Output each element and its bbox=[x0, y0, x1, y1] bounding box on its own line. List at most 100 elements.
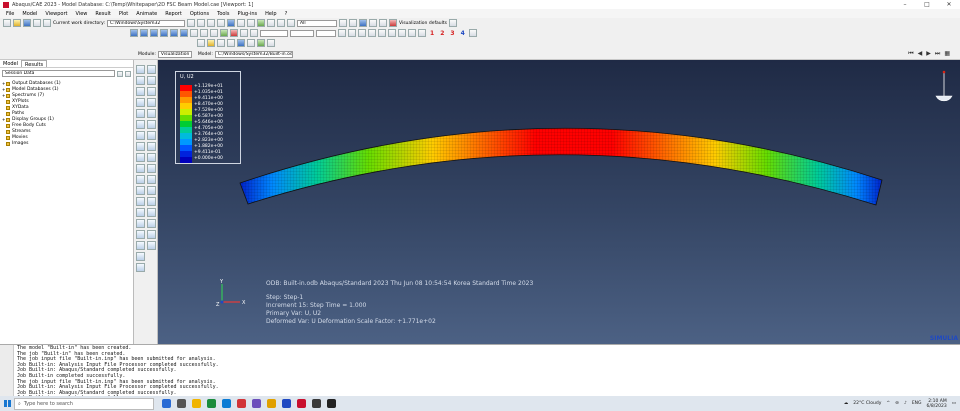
menu-file[interactable]: File bbox=[2, 11, 18, 17]
link-viewports-icon[interactable] bbox=[468, 29, 477, 37]
render-wire-icon[interactable] bbox=[338, 19, 347, 27]
taskbar-app-icon[interactable] bbox=[327, 399, 336, 408]
magnify-icon[interactable] bbox=[236, 19, 245, 27]
module-select[interactable]: Visualization bbox=[157, 50, 192, 58]
toolbox-tool-icon[interactable] bbox=[136, 120, 145, 129]
fit-view-icon[interactable] bbox=[226, 19, 235, 27]
taskbar-app-icon[interactable] bbox=[237, 399, 246, 408]
view-back-icon[interactable] bbox=[140, 29, 148, 37]
tool-a-icon[interactable] bbox=[197, 39, 205, 47]
toolbox-tool-icon[interactable] bbox=[136, 65, 145, 74]
toolbox-tool-icon[interactable] bbox=[136, 175, 145, 184]
replace-icon[interactable] bbox=[388, 29, 396, 37]
animation-options-icon[interactable]: ▦ bbox=[944, 50, 950, 58]
start-button[interactable] bbox=[0, 396, 14, 411]
remove-icon[interactable] bbox=[398, 29, 406, 37]
tool-h-icon[interactable] bbox=[267, 39, 275, 47]
toolbox-tool-icon[interactable] bbox=[136, 153, 145, 162]
toolbox-tool-icon[interactable] bbox=[147, 76, 156, 85]
view-right-icon[interactable] bbox=[160, 29, 168, 37]
print-icon[interactable] bbox=[33, 19, 41, 27]
view-iso-icon[interactable] bbox=[190, 29, 198, 37]
network-icon[interactable]: ⊜ bbox=[895, 401, 899, 406]
step-first-icon[interactable] bbox=[338, 29, 346, 37]
first-frame-icon[interactable]: ⏮ bbox=[908, 50, 913, 58]
tool-e-icon[interactable] bbox=[237, 39, 245, 47]
toolbox-tool-icon[interactable] bbox=[136, 87, 145, 96]
toolbox-tool-icon[interactable] bbox=[147, 186, 156, 195]
tool-f-icon[interactable] bbox=[247, 39, 255, 47]
tab-model[interactable]: Model bbox=[0, 60, 21, 67]
toolbox-tool-icon[interactable] bbox=[136, 208, 145, 217]
new-file-icon[interactable] bbox=[3, 19, 11, 27]
toolbox-tool-icon[interactable] bbox=[147, 87, 156, 96]
toolbox-tool-icon[interactable] bbox=[147, 153, 156, 162]
plot-contours-icon[interactable] bbox=[230, 29, 238, 37]
minimize-icon[interactable]: – bbox=[894, 0, 916, 9]
taskbar-app-icon[interactable] bbox=[177, 399, 186, 408]
plot-material-icon[interactable] bbox=[250, 29, 258, 37]
toolbox-tool-icon[interactable] bbox=[147, 175, 156, 184]
plot-symbols-icon[interactable] bbox=[240, 29, 248, 37]
viewport-3-button[interactable]: 3 bbox=[448, 30, 456, 37]
toolbox-tool-icon[interactable] bbox=[136, 219, 145, 228]
tool-g-icon[interactable] bbox=[257, 39, 265, 47]
toolbox-tool-icon[interactable] bbox=[147, 65, 156, 74]
tool-c-icon[interactable] bbox=[217, 39, 225, 47]
prev-frame-icon[interactable]: ◀ bbox=[918, 50, 923, 58]
expand-icon[interactable] bbox=[125, 70, 131, 77]
toolbox-tool-icon[interactable] bbox=[147, 197, 156, 206]
menu-viewport[interactable]: Viewport bbox=[41, 11, 71, 17]
plot-deformed-icon[interactable] bbox=[220, 29, 228, 37]
toolbar-dropdown-icon[interactable] bbox=[449, 19, 458, 27]
chevron-up-icon[interactable]: ^ bbox=[886, 401, 890, 406]
display-group-icon[interactable] bbox=[378, 29, 386, 37]
weather-text[interactable]: 22°C Cloudy bbox=[853, 401, 881, 406]
view-front-icon[interactable] bbox=[130, 29, 138, 37]
iso-view-icon[interactable] bbox=[256, 19, 265, 27]
step-prev-icon[interactable] bbox=[348, 29, 356, 37]
rotate-icon[interactable] bbox=[186, 19, 195, 27]
close-icon[interactable]: ✕ bbox=[938, 0, 960, 9]
toolbox-tool-icon[interactable] bbox=[147, 98, 156, 107]
menu-result[interactable]: Result bbox=[91, 11, 114, 17]
view-bottom-icon[interactable] bbox=[180, 29, 188, 37]
zoom-icon[interactable] bbox=[206, 19, 215, 27]
toolbox-tool-icon[interactable] bbox=[136, 186, 145, 195]
tree-item[interactable]: Images bbox=[2, 141, 131, 147]
last-frame-icon[interactable]: ⏭ bbox=[935, 50, 940, 58]
menu-plugins[interactable]: Plug-ins bbox=[233, 11, 261, 17]
toolbox-tool-icon[interactable] bbox=[136, 230, 145, 239]
open-icon[interactable] bbox=[13, 19, 21, 27]
viewport-1-button[interactable]: 1 bbox=[428, 30, 436, 37]
menu-options[interactable]: Options bbox=[186, 11, 213, 17]
menu-report[interactable]: Report bbox=[161, 11, 186, 17]
taskbar-app-icon[interactable] bbox=[297, 399, 306, 408]
clock[interactable]: 2:10 AM 6/8/2023 bbox=[927, 399, 947, 409]
menu-plot[interactable]: Plot bbox=[115, 11, 132, 17]
taskbar-search[interactable]: ⌕ Type here to search bbox=[14, 397, 154, 410]
toolbox-tool-icon[interactable] bbox=[147, 219, 156, 228]
toolbox-tool-icon[interactable] bbox=[136, 109, 145, 118]
tool-b-icon[interactable] bbox=[207, 39, 215, 47]
step-last-icon[interactable] bbox=[368, 29, 376, 37]
toolbox-tool-icon[interactable] bbox=[136, 98, 145, 107]
work-dir-input[interactable]: C:\Windows\System32 bbox=[106, 19, 185, 27]
taskbar-app-icon[interactable] bbox=[267, 399, 276, 408]
menu-whats-this[interactable]: ? bbox=[281, 11, 292, 17]
toolbox-tool-icon[interactable] bbox=[147, 208, 156, 217]
menu-tools[interactable]: Tools bbox=[213, 11, 233, 17]
toolbox-tool-icon[interactable] bbox=[147, 241, 156, 250]
session-data-select[interactable]: Session Data bbox=[2, 70, 115, 77]
toolbox-tool-icon[interactable] bbox=[147, 120, 156, 129]
toolbox-tool-icon[interactable] bbox=[136, 131, 145, 140]
render-shaded-icon[interactable] bbox=[358, 19, 367, 27]
taskbar-app-icon[interactable] bbox=[282, 399, 291, 408]
selection-filter-select[interactable]: All bbox=[296, 19, 337, 27]
intersect-icon[interactable] bbox=[418, 29, 426, 37]
taskbar-app-icon[interactable] bbox=[207, 399, 216, 408]
notification-icon[interactable]: ▭ bbox=[952, 401, 956, 406]
toolbox-tool-icon[interactable] bbox=[147, 142, 156, 151]
play-icon[interactable]: ▶ bbox=[926, 50, 931, 58]
view-cycle-icon[interactable] bbox=[200, 29, 208, 37]
